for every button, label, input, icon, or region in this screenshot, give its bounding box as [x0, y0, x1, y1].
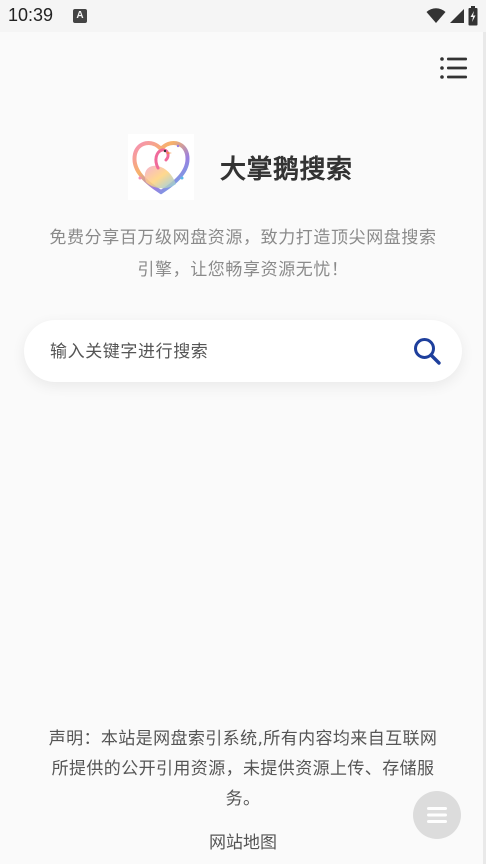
- disclaimer-line-2: 所提供的公开引用资源，未提供资源上传、存储服: [51, 759, 435, 779]
- search-button[interactable]: [412, 336, 442, 366]
- menu-icon: [427, 807, 447, 823]
- status-bar: 10:39 A: [0, 0, 486, 32]
- menu-list-icon: [440, 57, 467, 79]
- notification-a-icon: A: [73, 9, 87, 23]
- battery-charging-icon: [468, 6, 478, 26]
- site-logo[interactable]: [128, 134, 194, 200]
- menu-button[interactable]: [440, 56, 468, 80]
- app-screen: 10:39 A 大掌鹅搜索 免费分享百万级网盘资源，致力打造顶尖网盘搜索 引擎，…: [0, 0, 486, 864]
- brand-row: 大掌鹅搜索: [0, 134, 486, 200]
- disclaimer-line-3: 务。: [225, 789, 261, 809]
- disclaimer: 声明：本站是网盘索引系统,所有内容均来自互联网 所提供的公开引用资源，未提供资源…: [20, 724, 466, 814]
- disclaimer-line-1: 声明：本站是网盘索引系统,所有内容均来自互联网: [48, 729, 438, 749]
- status-icons: [426, 6, 478, 26]
- search-input[interactable]: [48, 320, 392, 384]
- tagline: 免费分享百万级网盘资源，致力打造顶尖网盘搜索 引擎，让您畅享资源无忧！: [24, 222, 462, 286]
- tagline-line-2: 引擎，让您畅享资源无忧！: [137, 260, 349, 280]
- swan-logo: [132, 141, 190, 195]
- wifi-icon: [426, 8, 446, 23]
- sitemap-link[interactable]: 网站地图: [0, 828, 486, 853]
- search-icon: [414, 338, 441, 365]
- signal-icon: [450, 9, 464, 23]
- search-bar: [24, 320, 462, 384]
- site-title: 大掌鹅搜索: [220, 155, 353, 185]
- status-time: 10:39: [8, 5, 54, 25]
- tagline-line-1: 免费分享百万级网盘资源，致力打造顶尖网盘搜索: [49, 228, 437, 248]
